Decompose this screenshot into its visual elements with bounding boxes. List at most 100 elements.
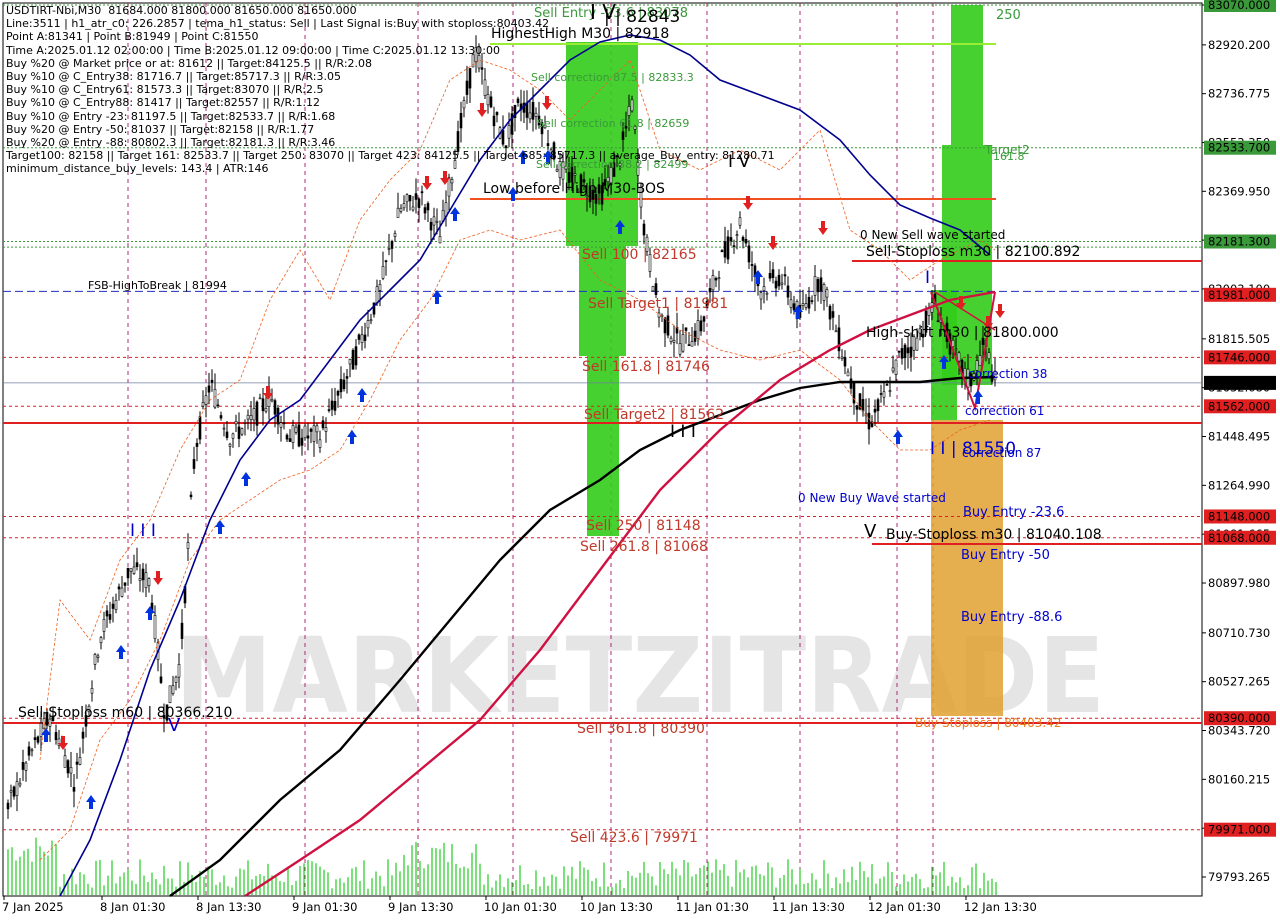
candle-body (726, 236, 730, 260)
buy-arrow-icon (145, 606, 155, 620)
candle-body (354, 346, 358, 366)
x-tick-label: 11 Jan 01:30 (676, 900, 749, 914)
candle-body (141, 568, 145, 581)
candle-body (105, 610, 109, 617)
price-tag-label: 83070.000 (1208, 0, 1270, 12)
buy-arrow-icon (973, 390, 983, 404)
candle-body (168, 685, 172, 704)
candle-body (390, 241, 394, 249)
price-tag-label: 81981.000 (1208, 288, 1270, 302)
candle-body (768, 273, 772, 279)
candle-body (66, 760, 70, 774)
info-line: Time A:2025.01.12 02:00:00 | Time B:2025… (6, 43, 500, 57)
candle-body (117, 586, 121, 590)
candle-body (30, 749, 34, 752)
candle-body (801, 303, 805, 306)
candle-body (900, 348, 904, 359)
candle-body (303, 425, 307, 439)
candle-body (426, 203, 430, 211)
chart-annotation: Buy Entry -88.6 (961, 610, 1062, 625)
info-line: Buy %20 @ Market price or at: 81612 || T… (6, 56, 373, 70)
candle-body (837, 327, 841, 352)
info-panel: USDTIRT-Nbi,M30 81684.000 81800.000 8165… (6, 4, 775, 175)
price-tag-label: 81650.000 (1208, 376, 1270, 390)
candle-body (135, 562, 139, 567)
candle-body (351, 349, 355, 370)
candle-body (378, 284, 382, 291)
price-tag-label: 82533.700 (1208, 141, 1270, 155)
candle-body (144, 572, 148, 589)
candle-body (672, 340, 676, 343)
price-tag-label: 81148.000 (1208, 509, 1270, 523)
chart-annotation: I (925, 268, 930, 288)
candle-body (450, 179, 454, 184)
candle-body (96, 655, 100, 658)
buy-arrow-icon (86, 795, 96, 809)
candle-body (882, 391, 886, 398)
candle-body (810, 300, 814, 302)
candle-body (213, 389, 217, 408)
candle-body (363, 334, 367, 341)
candle-body (411, 206, 415, 211)
x-tick-label: 8 Jan 01:30 (100, 900, 166, 914)
candle-body (333, 400, 337, 411)
buy-arrow-icon (215, 520, 225, 534)
info-line: USDTIRT-Nbi,M30 81684.000 81800.000 8165… (6, 4, 357, 17)
candle-body (843, 357, 847, 367)
candle-body (903, 344, 907, 359)
candle-body (897, 350, 901, 353)
chart-annotation: Buy-Stoploss | 80403.42 (915, 716, 1061, 730)
candle-body (432, 216, 436, 226)
candle-body (438, 235, 442, 244)
candle-body (687, 344, 691, 346)
candle-body (207, 385, 211, 393)
candle-body (339, 379, 343, 393)
sell-arrow-icon (153, 571, 163, 585)
candle-body (33, 737, 37, 740)
chart-annotation: V (168, 715, 181, 736)
chart-annotation: Sell 423.6 | 79971 (570, 830, 698, 846)
x-tick-label: 9 Jan 13:30 (388, 900, 454, 914)
y-tick-label: 80897.980 (1208, 576, 1270, 590)
candle-body (243, 422, 247, 424)
candle-body (75, 761, 79, 765)
candle-body (108, 614, 112, 620)
candle-body (888, 390, 892, 392)
candle-body (396, 207, 400, 218)
x-tick-label: 7 Jan 2025 (2, 900, 64, 914)
price-tag-label: 80390.000 (1208, 711, 1270, 725)
y-tick-label: 81815.505 (1208, 332, 1270, 346)
chart-annotation: Buy-Stoploss m30 | 81040.108 (886, 527, 1102, 543)
candle-body (978, 355, 982, 367)
chart-annotation: Sell Target1 | 81981 (588, 296, 728, 312)
candle-body (702, 316, 706, 322)
buy-arrow-icon (347, 430, 357, 444)
candle-body (777, 274, 781, 287)
chart-annotation: FSB-HighToBreak | 81994 (88, 279, 227, 292)
price-tag-label: 81746.000 (1208, 350, 1270, 364)
candle-body (792, 303, 796, 311)
candle-body (714, 277, 718, 281)
candle-body (240, 428, 244, 435)
x-tick-label: 12 Jan 01:30 (868, 900, 941, 914)
price-tag-label: 82181.300 (1208, 234, 1270, 248)
candle-body (894, 359, 898, 375)
chart-annotation: Sell Target2 | 81562 (584, 407, 724, 423)
candle-body (228, 443, 232, 447)
x-tick-label: 11 Jan 13:30 (772, 900, 845, 914)
y-tick-label: 81264.990 (1208, 478, 1270, 492)
candle-body (831, 311, 835, 318)
candle-body (54, 732, 58, 741)
chart-annotation: 0 New Buy Wave started (798, 491, 946, 505)
candle-body (693, 330, 697, 342)
candle-body (177, 664, 181, 678)
candle-body (129, 568, 133, 572)
candle-body (849, 378, 853, 389)
candle-body (780, 282, 784, 285)
candle-body (81, 731, 85, 739)
chart-annotation: High-shift m30 | 81800.000 (866, 325, 1059, 341)
candle-body (954, 348, 958, 351)
candle-body (867, 412, 871, 430)
candle-body (348, 358, 352, 365)
sell-arrow-icon (422, 176, 432, 190)
